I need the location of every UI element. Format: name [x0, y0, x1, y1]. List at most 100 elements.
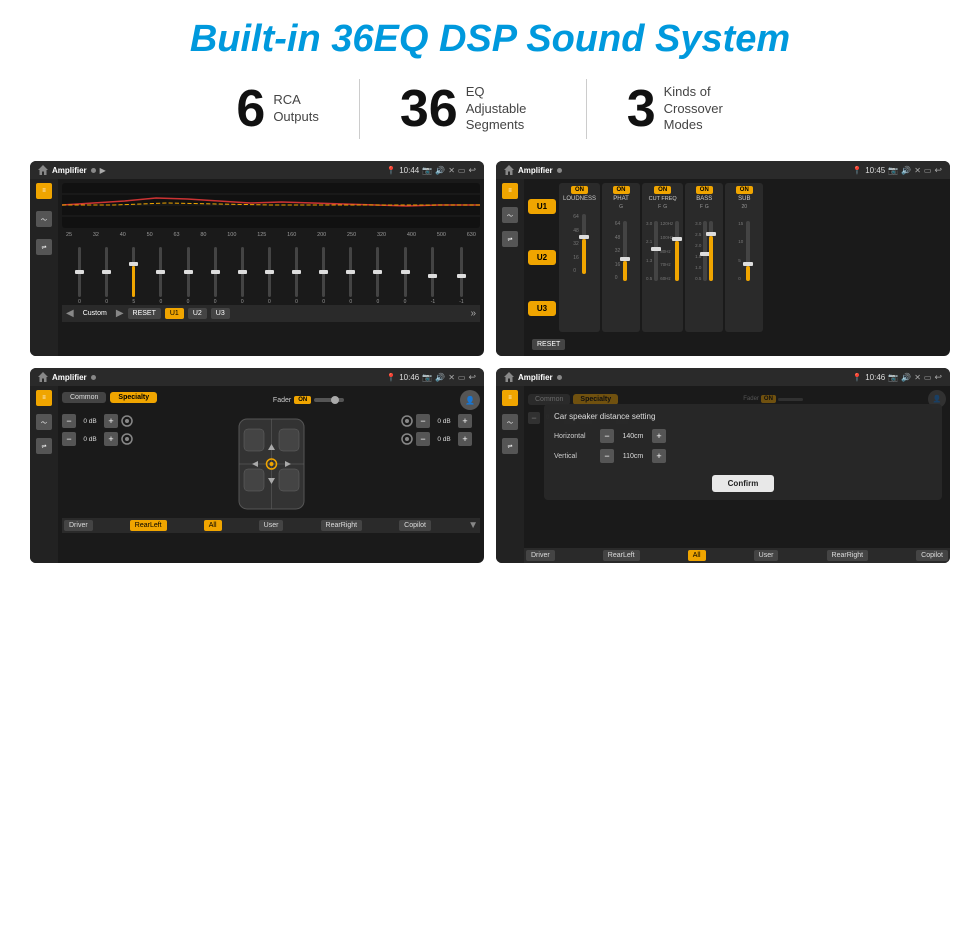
bass-on[interactable]: ON	[696, 186, 713, 194]
slider-2[interactable]: 5	[132, 247, 135, 305]
prev-arrow[interactable]: ◀	[66, 308, 74, 319]
slider-13[interactable]: -1	[431, 247, 435, 305]
slider-6[interactable]: 0	[241, 247, 244, 305]
u2-channel-btn[interactable]: U2	[528, 250, 556, 265]
phat-on[interactable]: ON	[613, 186, 630, 194]
freq-100: 100	[227, 232, 236, 238]
screen2-sidebar: ≡ 〜 ⇌	[496, 179, 524, 356]
u3-channel-btn[interactable]: U3	[528, 301, 556, 316]
right-minus-2[interactable]: −	[416, 432, 430, 446]
wave-sidebar-icon-3[interactable]: 〜	[36, 414, 52, 430]
copilot-btn[interactable]: Copilot	[399, 520, 431, 531]
slider-11[interactable]: 0	[376, 247, 379, 305]
wave-sidebar-icon-2[interactable]: 〜	[502, 207, 518, 223]
slider-9[interactable]: 0	[322, 247, 325, 305]
screen3-tabs: Common Specialty	[62, 392, 157, 403]
confirm-button[interactable]: Confirm	[712, 475, 775, 492]
cutfreq-on[interactable]: ON	[654, 186, 671, 194]
cutfreq-sliders[interactable]: 3.02.11.30.5 120Hz100Hz80Hz70Hz60Hz	[646, 211, 679, 281]
channel-sub: ON SUB 20 151050	[725, 183, 763, 332]
eq-sidebar-icon-3[interactable]: ≡	[36, 390, 52, 406]
split-sidebar-icon[interactable]: ⇌	[36, 239, 52, 255]
phat-slider[interactable]: 644832160	[615, 211, 628, 281]
slider-3[interactable]: 0	[159, 247, 162, 305]
horizontal-label: Horizontal	[554, 433, 596, 440]
right-db-row-2: − 0 dB +	[400, 432, 480, 446]
left-minus-2[interactable]: −	[62, 432, 76, 446]
wave-sidebar-icon[interactable]: 〜	[36, 211, 52, 227]
slider-0[interactable]: 0	[78, 247, 81, 305]
tab-common-3[interactable]: Common	[62, 392, 106, 403]
left-minus-1[interactable]: −	[62, 414, 76, 428]
s4-driver-btn[interactable]: Driver	[526, 550, 555, 561]
home-icon-4[interactable]	[504, 372, 514, 382]
s4-rearright-btn[interactable]: RearRight	[827, 550, 869, 561]
s4-all-btn[interactable]: All	[688, 550, 706, 561]
bass-sliders[interactable]: 3.02.52.01.51.00.5	[695, 211, 713, 281]
split-sidebar-icon-3[interactable]: ⇌	[36, 438, 52, 454]
slider-4[interactable]: 0	[187, 247, 190, 305]
u2-btn[interactable]: U2	[188, 308, 207, 319]
bass-fg-labels: FG	[700, 204, 709, 210]
fader-slider[interactable]	[314, 398, 344, 402]
eq-sidebar-icon[interactable]: ≡	[36, 183, 52, 199]
slider-7[interactable]: 0	[268, 247, 271, 305]
left-plus-1[interactable]: +	[104, 414, 118, 428]
location-icon: 📍	[386, 166, 396, 175]
driver-btn[interactable]: Driver	[64, 520, 93, 531]
custom-btn[interactable]: Custom	[78, 308, 112, 319]
right-plus-1[interactable]: +	[458, 414, 472, 428]
user-btn[interactable]: User	[259, 520, 284, 531]
loudness-slider[interactable]: 644832160	[573, 204, 586, 274]
rearright-btn[interactable]: RearRight	[321, 520, 363, 531]
sub-slider[interactable]: 151050	[738, 211, 750, 281]
fader-on-btn[interactable]: ON	[294, 396, 311, 404]
s4-copilot-btn[interactable]: Copilot	[916, 550, 948, 561]
location-icon-3: 📍	[386, 373, 396, 382]
home-icon[interactable]	[38, 165, 48, 175]
slider-5[interactable]: 0	[214, 247, 217, 305]
more-icon[interactable]: »	[470, 308, 476, 319]
s2-reset-btn[interactable]: RESET	[532, 339, 565, 350]
confirm-row: Confirm	[554, 469, 932, 492]
home-icon-2[interactable]	[504, 165, 514, 175]
s4-user-btn[interactable]: User	[754, 550, 779, 561]
slider-14[interactable]: -1	[459, 247, 463, 305]
horizontal-minus[interactable]: −	[600, 429, 614, 443]
split-sidebar-icon-4[interactable]: ⇌	[502, 438, 518, 454]
loudness-on[interactable]: ON	[571, 186, 588, 194]
rearleft-btn[interactable]: RearLeft	[130, 520, 167, 531]
vertical-minus[interactable]: −	[600, 449, 614, 463]
down-arrow-3[interactable]: ▼	[468, 520, 478, 531]
screens-grid: Amplifier ▶ 📍 10:44 📷 🔊 ✕ ▭ ↩ ≡ 〜	[30, 161, 950, 563]
eq-sidebar-icon-4[interactable]: ≡	[502, 390, 518, 406]
home-icon-3[interactable]	[38, 372, 48, 382]
s4-rearleft-btn[interactable]: RearLeft	[603, 550, 640, 561]
tab-specialty-3[interactable]: Specialty	[110, 392, 157, 403]
u3-btn[interactable]: U3	[211, 308, 230, 319]
next-arrow[interactable]: ▶	[116, 308, 124, 319]
phat-g-label: G	[619, 204, 623, 210]
slider-10[interactable]: 0	[349, 247, 352, 305]
horizontal-plus[interactable]: +	[652, 429, 666, 443]
horizontal-row: Horizontal − 140cm +	[554, 429, 932, 443]
topbar2-left: Amplifier	[504, 165, 562, 175]
split-sidebar-icon-2[interactable]: ⇌	[502, 231, 518, 247]
sub-on[interactable]: ON	[736, 186, 753, 194]
right-plus-2[interactable]: +	[458, 432, 472, 446]
u1-btn[interactable]: U1	[165, 308, 184, 319]
person-icon-3[interactable]: 👤	[460, 390, 480, 410]
all-btn[interactable]: All	[204, 520, 222, 531]
slider-1[interactable]: 0	[105, 247, 108, 305]
u1-channel-btn[interactable]: U1	[528, 199, 556, 214]
slider-12[interactable]: 0	[404, 247, 407, 305]
freq-25: 25	[66, 232, 72, 238]
left-plus-2[interactable]: +	[104, 432, 118, 446]
wave-sidebar-icon-4[interactable]: 〜	[502, 414, 518, 430]
reset-btn[interactable]: RESET	[128, 308, 161, 319]
right-minus-1[interactable]: −	[416, 414, 430, 428]
vertical-plus[interactable]: +	[652, 449, 666, 463]
slider-8[interactable]: 0	[295, 247, 298, 305]
eq-sidebar-icon-2[interactable]: ≡	[502, 183, 518, 199]
page-wrapper: Built-in 36EQ DSP Sound System 6 RCAOutp…	[0, 0, 980, 925]
